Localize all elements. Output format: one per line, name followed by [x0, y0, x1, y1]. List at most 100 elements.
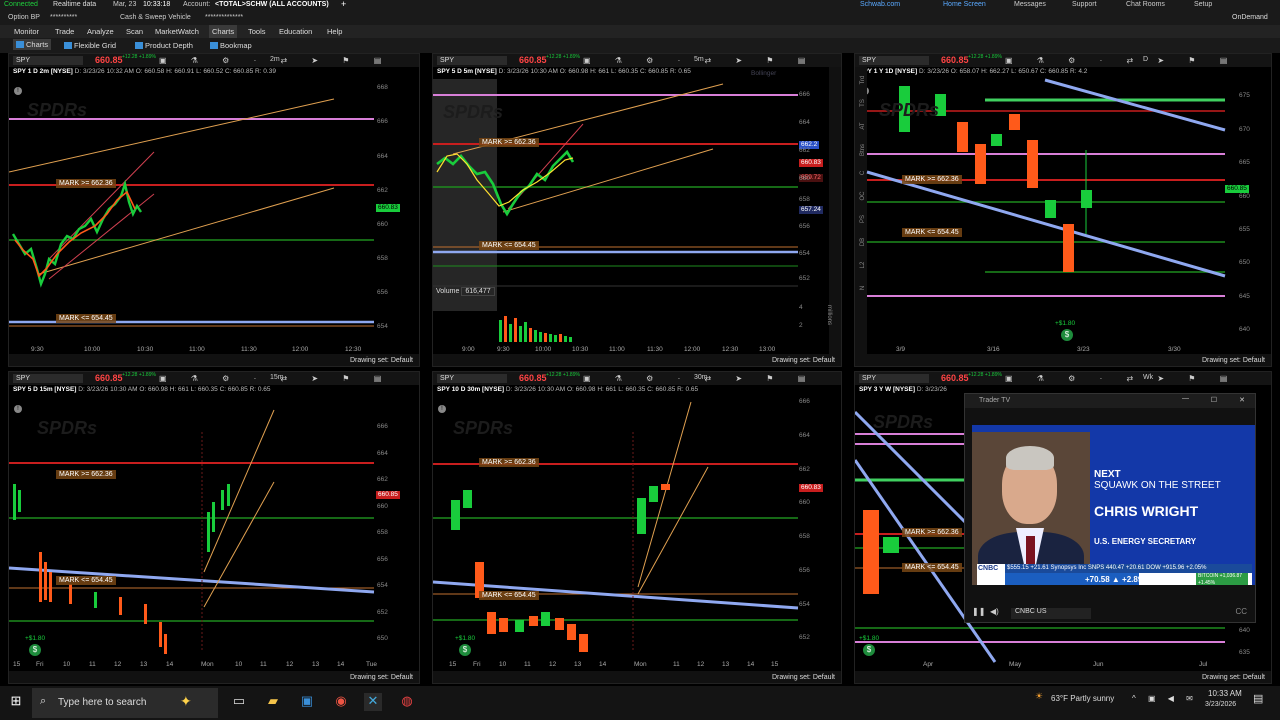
menu-education[interactable]: Education: [279, 27, 312, 36]
link-home-screen[interactable]: Home Screen: [943, 1, 986, 8]
alert-mark-high[interactable]: MARK >= 662.36: [902, 528, 962, 537]
subtab-flexible-grid[interactable]: Flexible Grid: [64, 41, 116, 50]
dividend-label: +$1.80: [455, 635, 476, 642]
channel-selector[interactable]: CNBC US: [1011, 608, 1091, 619]
x-tick: Jul: [1199, 661, 1208, 668]
taskbar-search[interactable]: ⌕ Type here to search ✦: [32, 688, 218, 718]
chart-panel-4[interactable]: SPY 660.85 +12.28 +1.89% 15m ▣ ⚗ ⚙ · ⇄ ➤…: [8, 371, 420, 684]
y-tick: 658: [377, 255, 388, 262]
menu-tools[interactable]: Tools: [248, 27, 266, 36]
x-tick: Tue: [366, 661, 377, 668]
weekly-candles: [863, 510, 899, 594]
drawing-set-selector[interactable]: Drawing set: Default: [772, 357, 835, 364]
video-frame[interactable]: NEXT SQUAWK ON THE STREET CHRIS WRIGHT U…: [972, 425, 1255, 585]
y-tick: 662: [377, 187, 388, 194]
x-tick: 10:30: [137, 346, 154, 353]
menu-scan[interactable]: Scan: [126, 27, 143, 36]
x-tick: 9:30: [31, 346, 44, 353]
x-tick: 13: [574, 661, 582, 668]
chart-panel-1[interactable]: SPY 660.85 +12.28 +1.89% 2m ▣ ⚗ ⚙ · ⇄ ➤ …: [8, 53, 420, 367]
link-setup[interactable]: Setup: [1194, 1, 1212, 8]
system-tray-icons[interactable]: ^ ▣ ◀ ✉: [1132, 694, 1198, 703]
start-icon[interactable]: ⊞: [7, 693, 25, 711]
y-tick: 640: [1239, 326, 1250, 333]
menu-marketwatch[interactable]: MarketWatch: [155, 27, 199, 36]
spdr-watermark: SPDRs: [873, 412, 934, 432]
alert-mark-high[interactable]: MARK >= 662.36: [56, 179, 116, 188]
menu-charts[interactable]: Charts: [209, 25, 238, 38]
alert-mark-low[interactable]: MARK <= 654.45: [479, 591, 539, 600]
alert-mark-low[interactable]: MARK <= 654.45: [479, 241, 539, 250]
clock-date[interactable]: 3/23/2026: [1205, 701, 1236, 708]
account-selector[interactable]: <TOTAL>SCHW (ALL ACCOUNTS): [215, 1, 329, 8]
dividend-icon[interactable]: $: [459, 644, 471, 656]
app-icon[interactable]: ◍: [398, 693, 416, 711]
chart-panel-3[interactable]: SPY 660.85 +12.28 +1.89% D ▣ ⚗ ⚙ · ⇄ ➤ ⚑…: [854, 53, 1272, 367]
trader-tv-window[interactable]: Trader TV ✕ ☐ — NEXT SQUAWK ON THE STREE…: [964, 393, 1256, 623]
weather-label[interactable]: 63°F Partly sunny: [1051, 694, 1114, 703]
dividend-label: +$1.80: [25, 635, 46, 642]
chart-panel-5[interactable]: SPY 660.85 +12.28 +1.89% 30m ▣ ⚗ ⚙ · ⇄ ➤…: [432, 371, 842, 684]
volume-icon[interactable]: ◀): [990, 607, 999, 616]
menu-trade[interactable]: Trade: [55, 27, 74, 36]
drawing-set-selector[interactable]: Drawing set: Default: [1202, 357, 1265, 364]
trader-tv-titlebar[interactable]: Trader TV ✕ ☐ —: [965, 394, 1255, 408]
alert-mark-high[interactable]: MARK >= 662.36: [479, 138, 539, 147]
alert-mark-low[interactable]: MARK <= 654.45: [56, 314, 116, 323]
x-tick: 3/23: [1077, 346, 1090, 353]
next-label: NEXT: [1094, 469, 1121, 480]
subtab-bookmap[interactable]: Bookmap: [210, 41, 252, 50]
clock-time[interactable]: 10:33 AM: [1208, 689, 1242, 698]
chrome-icon[interactable]: ◉: [332, 693, 350, 711]
alert-mark-high[interactable]: MARK >= 662.36: [479, 458, 539, 467]
close-icon[interactable]: ✕: [1239, 396, 1245, 404]
volume-unit: millions: [826, 304, 833, 326]
y-tick: 652: [799, 275, 810, 282]
task-view-icon[interactable]: ▭: [230, 693, 248, 711]
menu-help[interactable]: Help: [327, 27, 342, 36]
alert-mark-low[interactable]: MARK <= 654.45: [902, 563, 962, 572]
y-tick: 666: [799, 398, 810, 405]
ondemand-button[interactable]: OnDemand: [1232, 14, 1268, 21]
minimize-icon[interactable]: —: [1182, 395, 1189, 402]
menu-monitor[interactable]: Monitor: [14, 27, 39, 36]
dividend-icon[interactable]: $: [29, 644, 41, 656]
spdr-watermark: SPDRs: [453, 418, 514, 438]
alert-mark-low[interactable]: MARK <= 654.45: [56, 576, 116, 585]
maximize-icon[interactable]: ☐: [1211, 396, 1217, 404]
drawing-set-selector[interactable]: Drawing set: Default: [350, 357, 413, 364]
search-placeholder: Type here to search: [58, 697, 147, 708]
dividend-icon[interactable]: $: [863, 644, 875, 656]
y-tick: 656: [377, 556, 388, 563]
chart-panel-2[interactable]: SPY 660.85 +12.28 +1.89% 5m ▣ ⚗ ⚙ · ⇄ ➤ …: [432, 53, 842, 367]
subtab-charts[interactable]: Charts: [13, 39, 52, 50]
file-explorer-icon[interactable]: ▰: [264, 693, 282, 711]
subtab-product-depth[interactable]: Product Depth: [135, 41, 193, 50]
x-tick: 11: [89, 661, 96, 668]
subtab-charts-label: Charts: [26, 40, 49, 49]
alert-mark-high[interactable]: MARK >= 662.36: [56, 470, 116, 479]
thinkorswim-icon[interactable]: ✕: [364, 693, 382, 711]
drawing-set-selector[interactable]: Drawing set: Default: [772, 674, 835, 681]
subtab-bookmap-label: Bookmap: [220, 41, 252, 50]
link-support[interactable]: Support: [1072, 1, 1097, 8]
y-tick: 666: [377, 118, 388, 125]
menu-analyze[interactable]: Analyze: [87, 27, 114, 36]
charts-subtabs: Charts Flexible Grid Product Depth Bookm…: [0, 38, 1280, 53]
link-schwab[interactable]: Schwab.com: [860, 1, 900, 8]
add-button[interactable]: +: [341, 0, 346, 9]
alert-mark-low[interactable]: MARK <= 654.45: [902, 228, 962, 237]
drawing-set-selector[interactable]: Drawing set: Default: [1202, 674, 1265, 681]
drawing-set-selector[interactable]: Drawing set: Default: [350, 674, 413, 681]
captions-icon[interactable]: CC: [1235, 607, 1247, 616]
pause-icon[interactable]: ❚❚: [972, 607, 985, 616]
store-icon[interactable]: ▣: [298, 693, 316, 711]
alert-mark-high[interactable]: MARK >= 662.36: [902, 175, 962, 184]
link-messages[interactable]: Messages: [1014, 1, 1046, 8]
link-chat-rooms[interactable]: Chat Rooms: [1126, 1, 1165, 8]
spdr-watermark: SPDRs: [443, 102, 504, 122]
notifications-icon[interactable]: ▤: [1253, 692, 1263, 705]
trader-tv-title: Trader TV: [979, 397, 1011, 404]
dividend-icon[interactable]: $: [1061, 329, 1073, 341]
channel-upper: [48, 151, 155, 260]
